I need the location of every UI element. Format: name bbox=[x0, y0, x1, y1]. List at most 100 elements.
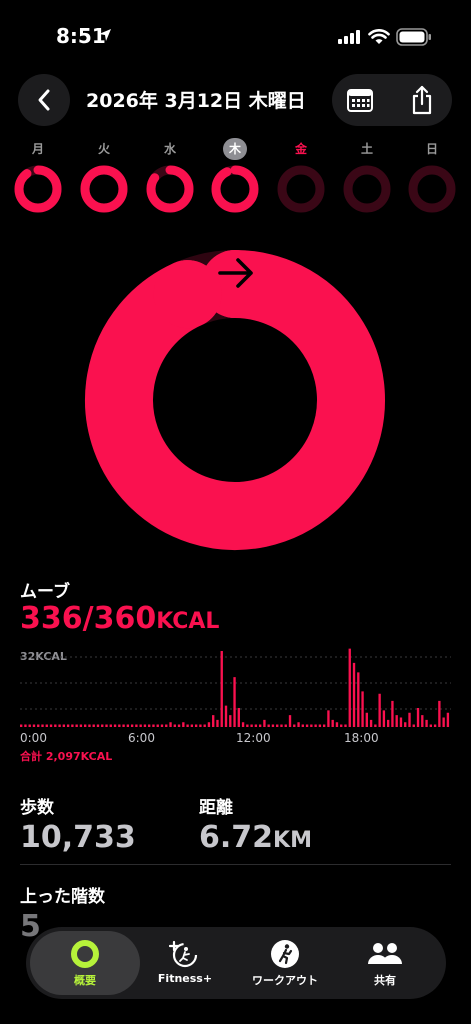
chart-bar bbox=[284, 724, 287, 727]
chart-bar bbox=[416, 708, 420, 727]
chart-bar bbox=[314, 724, 317, 727]
chart-bar bbox=[173, 724, 176, 727]
chart-bar bbox=[369, 719, 373, 728]
chart-bar bbox=[386, 719, 390, 728]
chart-bar bbox=[212, 715, 215, 728]
chart-bar bbox=[148, 724, 151, 727]
tab-sharing[interactable]: 共有 bbox=[330, 931, 440, 995]
chart-bar bbox=[433, 724, 437, 727]
chart-bar bbox=[280, 724, 283, 727]
chart-bar bbox=[365, 712, 368, 727]
chart-bar bbox=[344, 724, 347, 727]
move-value-number: 336/360 bbox=[20, 601, 157, 636]
day-ring-track bbox=[277, 165, 325, 213]
chart-bar bbox=[190, 724, 194, 727]
day-label-1[interactable]: 火 bbox=[90, 138, 118, 160]
share-button[interactable] bbox=[402, 80, 442, 120]
tab-summary[interactable]: 概要 bbox=[30, 931, 140, 995]
chart-bar bbox=[322, 724, 326, 727]
chart-bar bbox=[297, 722, 300, 727]
move-label: ムーブ bbox=[20, 582, 70, 602]
chart-total: 合計 2,097KCAL bbox=[20, 750, 113, 763]
chart-bar bbox=[207, 722, 211, 727]
day-ring-progress bbox=[80, 165, 128, 213]
calendar-button[interactable] bbox=[340, 80, 380, 120]
day-label-2[interactable]: 水 bbox=[156, 138, 184, 160]
steps-stat: 歩数 10,733 bbox=[20, 793, 136, 855]
move-ring bbox=[85, 250, 385, 550]
day-label-6[interactable]: 日 bbox=[418, 138, 446, 160]
chart-bar bbox=[169, 722, 172, 727]
chart-bar bbox=[241, 722, 245, 727]
chart-bar bbox=[105, 724, 108, 727]
floors-label: 上った階数 bbox=[20, 887, 105, 907]
distance-number: 6.72 bbox=[199, 820, 274, 855]
chart-bar bbox=[301, 724, 304, 727]
chart-bar bbox=[37, 724, 40, 727]
chart-bar bbox=[135, 724, 138, 727]
cellular-signal-icon bbox=[338, 30, 360, 44]
chart-bar bbox=[327, 710, 330, 728]
back-button[interactable] bbox=[18, 74, 70, 126]
status-bar: 8:51 bbox=[0, 0, 471, 70]
chart-bar bbox=[318, 724, 322, 727]
day-label-4[interactable]: 金 bbox=[287, 138, 315, 160]
chart-bar bbox=[233, 677, 236, 728]
tab-workouts[interactable]: ワークアウト bbox=[230, 931, 340, 995]
chart-bar bbox=[84, 724, 87, 727]
location-arrow-icon bbox=[99, 29, 111, 41]
chart-bar bbox=[335, 722, 339, 727]
hourly-move-chart: 32KCAL 0:00 6:00 12:00 18:00 合計 2,097KCA… bbox=[0, 640, 471, 770]
chart-bar bbox=[88, 724, 91, 727]
day-ring-2[interactable] bbox=[145, 164, 195, 214]
day-ring-3[interactable] bbox=[210, 164, 260, 214]
chart-bar bbox=[20, 724, 23, 727]
chart-bar bbox=[399, 717, 403, 727]
tab-sharing-label: 共有 bbox=[374, 974, 396, 987]
chart-bar bbox=[220, 651, 223, 727]
chart-bar bbox=[126, 724, 130, 727]
chart-bar bbox=[357, 672, 360, 728]
chart-bar bbox=[395, 715, 398, 728]
tab-summary-label: 概要 bbox=[74, 974, 96, 987]
chart-bar bbox=[258, 724, 262, 727]
day-label-0[interactable]: 月 bbox=[24, 138, 52, 160]
chart-bar bbox=[446, 712, 450, 727]
chart-bar bbox=[412, 724, 415, 727]
chart-bar bbox=[66, 724, 70, 727]
chart-bar bbox=[429, 724, 433, 727]
chart-bar bbox=[361, 691, 364, 728]
chart-bar bbox=[246, 724, 249, 727]
day-ring-0[interactable] bbox=[13, 164, 63, 214]
day-ring-6[interactable] bbox=[407, 164, 457, 214]
chart-bar bbox=[340, 724, 343, 727]
day-ring-1[interactable] bbox=[79, 164, 129, 214]
chart-bar bbox=[421, 715, 424, 728]
chart-x-tick-6: 6:00 bbox=[128, 731, 155, 745]
wifi-icon bbox=[368, 29, 390, 44]
chart-bar bbox=[391, 700, 394, 728]
chevron-left-icon bbox=[38, 89, 50, 111]
tab-fitness-plus[interactable]: Fitness+ bbox=[130, 931, 240, 995]
chart-bar bbox=[276, 724, 279, 727]
chart-x-tick-0: 0:00 bbox=[20, 731, 47, 745]
day-ring-4[interactable] bbox=[276, 164, 326, 214]
chart-bar bbox=[45, 724, 48, 727]
chart-bar bbox=[229, 715, 232, 728]
day-label-5[interactable]: 土 bbox=[353, 138, 381, 160]
chart-bar bbox=[331, 719, 334, 728]
chart-bar bbox=[224, 705, 228, 728]
steps-label: 歩数 bbox=[20, 798, 54, 818]
day-ring-track bbox=[343, 165, 391, 213]
chart-bar bbox=[41, 724, 44, 727]
chart-bar bbox=[293, 724, 296, 727]
chart-bar bbox=[425, 719, 428, 728]
distance-stat: 距離 6.72KM bbox=[199, 793, 312, 855]
chart-bar bbox=[216, 719, 219, 728]
distance-unit: KM bbox=[273, 828, 312, 853]
chart-bar bbox=[254, 724, 258, 727]
day-ring-5[interactable] bbox=[342, 164, 392, 214]
day-label-3[interactable]: 木 bbox=[223, 138, 247, 160]
chart-bar bbox=[71, 724, 74, 727]
chart-bar bbox=[374, 724, 377, 727]
